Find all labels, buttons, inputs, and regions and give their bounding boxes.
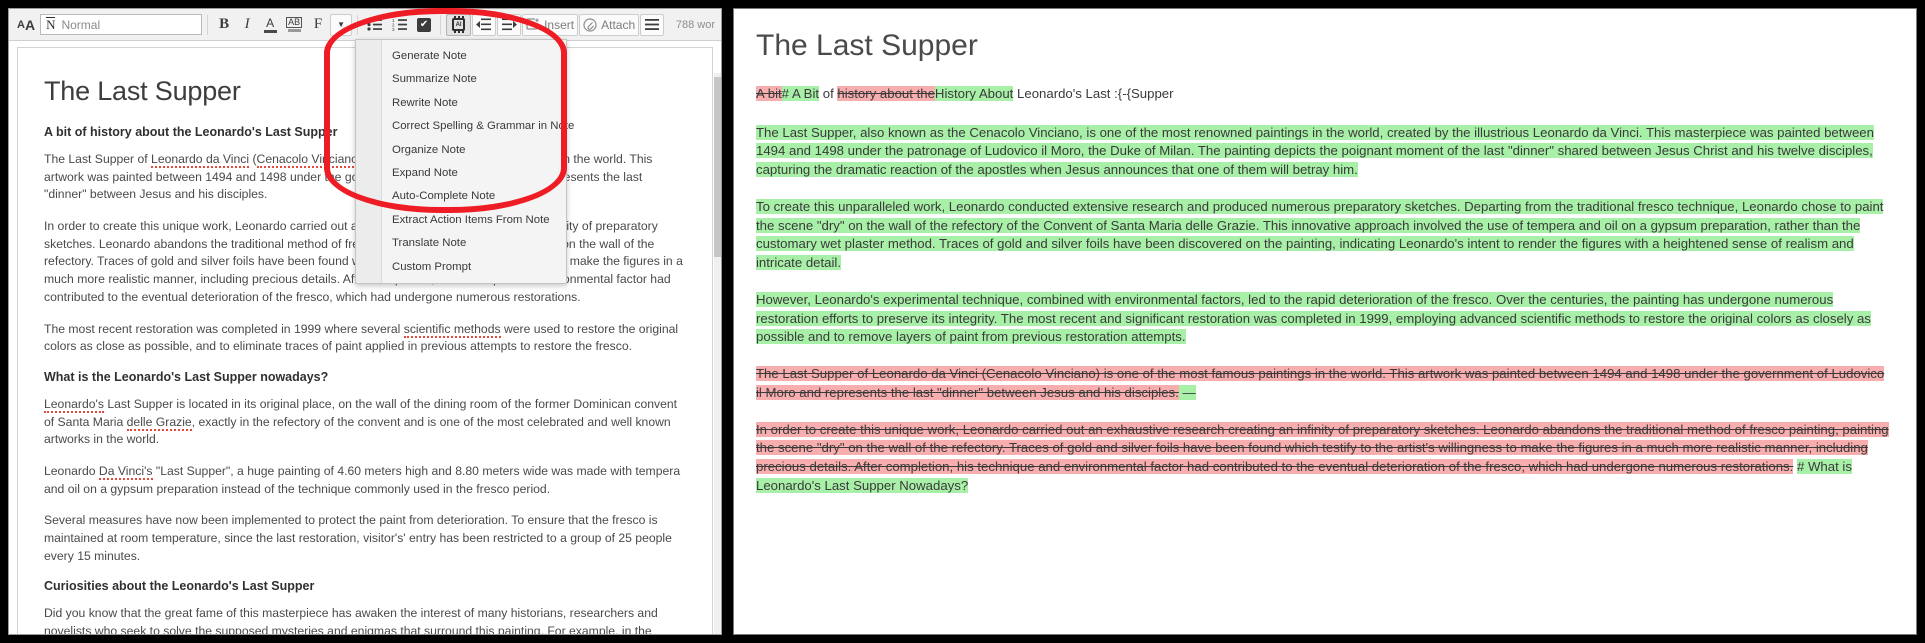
diff-segment-del: history about the: [837, 86, 935, 101]
color-swatch-icon: [263, 29, 277, 33]
diff-segment-eq: Leonardo's Last :{-{Supper: [1013, 86, 1174, 101]
font-dropdown-button[interactable]: ▼: [330, 13, 353, 36]
preview-paragraph: However, Leonardo's experimental techniq…: [756, 291, 1890, 347]
bold-label: B: [219, 16, 230, 32]
paragraph-style-value: Normal: [61, 17, 101, 32]
ai-menu-item[interactable]: Correct Spelling & Grammar in Note: [356, 115, 574, 138]
document-paragraph: Several measures have now been implement…: [44, 513, 672, 563]
insert-icon: [526, 18, 539, 30]
highlight-button[interactable]: AB: [282, 14, 306, 36]
font-size-button[interactable]: AA: [13, 14, 39, 36]
diff-segment-eq: of: [819, 86, 838, 101]
attach-label: Attach: [601, 17, 636, 32]
document-paragraph: Leonardo's Last Supper is located in its…: [44, 396, 678, 447]
insert-label: Insert: [544, 17, 575, 32]
indent-button[interactable]: [497, 13, 522, 36]
document-subheading: What is the Leonardo's Last Supper nowad…: [44, 369, 329, 384]
preview-heading-diff: A bit# A Bit of history about theHistory…: [756, 85, 1890, 104]
outdent-button[interactable]: [472, 13, 497, 36]
preview-paragraph: To create this unparalleled work, Leonar…: [756, 198, 1890, 273]
highlight-letters: AB: [286, 17, 303, 28]
diff-segment-del: The Last Supper of Leonardo da Vinci (Ce…: [756, 366, 1885, 400]
diff-segment-ins: History About: [934, 86, 1014, 101]
outdent-icon: [476, 18, 492, 31]
editor-toolbar: AA N Normal B I A AB F ▼ 1 2 3 ✔ AI Inse…: [9, 9, 721, 41]
attach-button[interactable]: Attach: [579, 13, 640, 36]
bullet-list-button[interactable]: [363, 14, 387, 36]
font-label: F: [313, 16, 323, 32]
diff-segment-ins: To create this unparalleled work, Leonar…: [756, 198, 1884, 271]
font-family-button[interactable]: F: [307, 14, 329, 36]
toolbar-divider: [440, 14, 442, 35]
ai-menu-item[interactable]: Extract Action Items From Note: [356, 209, 566, 232]
document-paragraph: Leonardo Da Vinci's "Last Supper", a hug…: [44, 463, 681, 496]
ai-menu-item[interactable]: Translate Note: [356, 232, 566, 255]
ai-menu-item[interactable]: Expand Note: [356, 162, 566, 185]
checklist-button[interactable]: ✔: [413, 14, 435, 36]
svg-text:3: 3: [392, 27, 395, 31]
bullet-list-icon: [367, 18, 383, 31]
diff-segment-ins: # A Bit: [781, 86, 820, 101]
indent-icon: [502, 18, 518, 31]
numbered-list-button[interactable]: 1 2 3: [388, 14, 412, 36]
document-paragraph: The most recent restoration was complete…: [44, 321, 679, 354]
ai-menu-item[interactable]: Organize Note: [356, 139, 566, 162]
bold-button[interactable]: B: [213, 14, 235, 36]
diff-segment-del: In order to create this unique work, Leo…: [756, 421, 1889, 475]
diff-segment-ins: —: [1178, 384, 1196, 400]
document-paragraph: Did you know that the great fame of this…: [44, 606, 658, 635]
editor-scrollbar-thumb[interactable]: [714, 77, 721, 257]
diff-segment-ins: However, Leonardo's experimental techniq…: [756, 291, 1871, 345]
numbered-list-icon: 1 2 3: [392, 18, 408, 31]
toolbar-divider: [207, 14, 209, 35]
highlight-swatch-icon: [287, 29, 301, 32]
insert-button[interactable]: Insert: [522, 13, 579, 36]
ai-diff-preview-pane: The Last Supper A bit# A Bit of history …: [733, 8, 1917, 635]
ai-menu-item[interactable]: Custom Prompt: [356, 256, 566, 279]
font-color-letter: A: [266, 15, 275, 30]
preview-paragraph: In order to create this unique work, Leo…: [756, 421, 1890, 496]
hamburger-icon: [645, 19, 660, 30]
diff-segment-ins: The Last Supper, also known as the Cenac…: [756, 124, 1874, 178]
toolbar-divider: [357, 14, 359, 35]
paragraph-style-select[interactable]: N Normal: [40, 14, 203, 35]
note-editor-pane: AA N Normal B I A AB F ▼ 1 2 3 ✔ AI Inse…: [8, 8, 722, 635]
preview-diff-body: The Last Supper, also known as the Cenac…: [756, 124, 1890, 496]
document-subheading: Curiosities about the Leonardo's Last Su…: [44, 579, 315, 594]
ai-menu-item[interactable]: Rewrite Note: [356, 92, 566, 115]
paperclip-icon: [583, 17, 597, 32]
ai-menu-item[interactable]: Summarize Note: [356, 68, 566, 91]
ai-menu-item[interactable]: Generate Note: [356, 45, 566, 68]
preview-title: The Last Supper: [756, 29, 978, 62]
overflow-menu-button[interactable]: [640, 13, 665, 36]
font-color-button[interactable]: A: [259, 14, 281, 36]
italic-button[interactable]: I: [236, 14, 258, 36]
normal-style-icon: N: [46, 16, 56, 32]
diff-segment-del: A bit: [756, 86, 782, 101]
ai-assistant-button[interactable]: AI: [446, 13, 472, 36]
preview-paragraph: The Last Supper of Leonardo da Vinci (Ce…: [756, 365, 1890, 402]
screenshot-root: AA N Normal B I A AB F ▼ 1 2 3 ✔ AI Inse…: [0, 0, 1925, 643]
word-count-label: 788 wor: [675, 19, 715, 31]
ai-actions-menu[interactable]: Generate Note Summarize Note Rewrite Note C…: [355, 39, 574, 284]
chevron-down-icon: ▼: [337, 20, 346, 29]
italic-label: I: [244, 16, 250, 32]
checkbox-icon: ✔: [417, 17, 432, 32]
preview-paragraph: The Last Supper, also known as the Cenac…: [756, 124, 1890, 180]
ai-menu-item[interactable]: Auto-Complete Note: [356, 185, 566, 208]
